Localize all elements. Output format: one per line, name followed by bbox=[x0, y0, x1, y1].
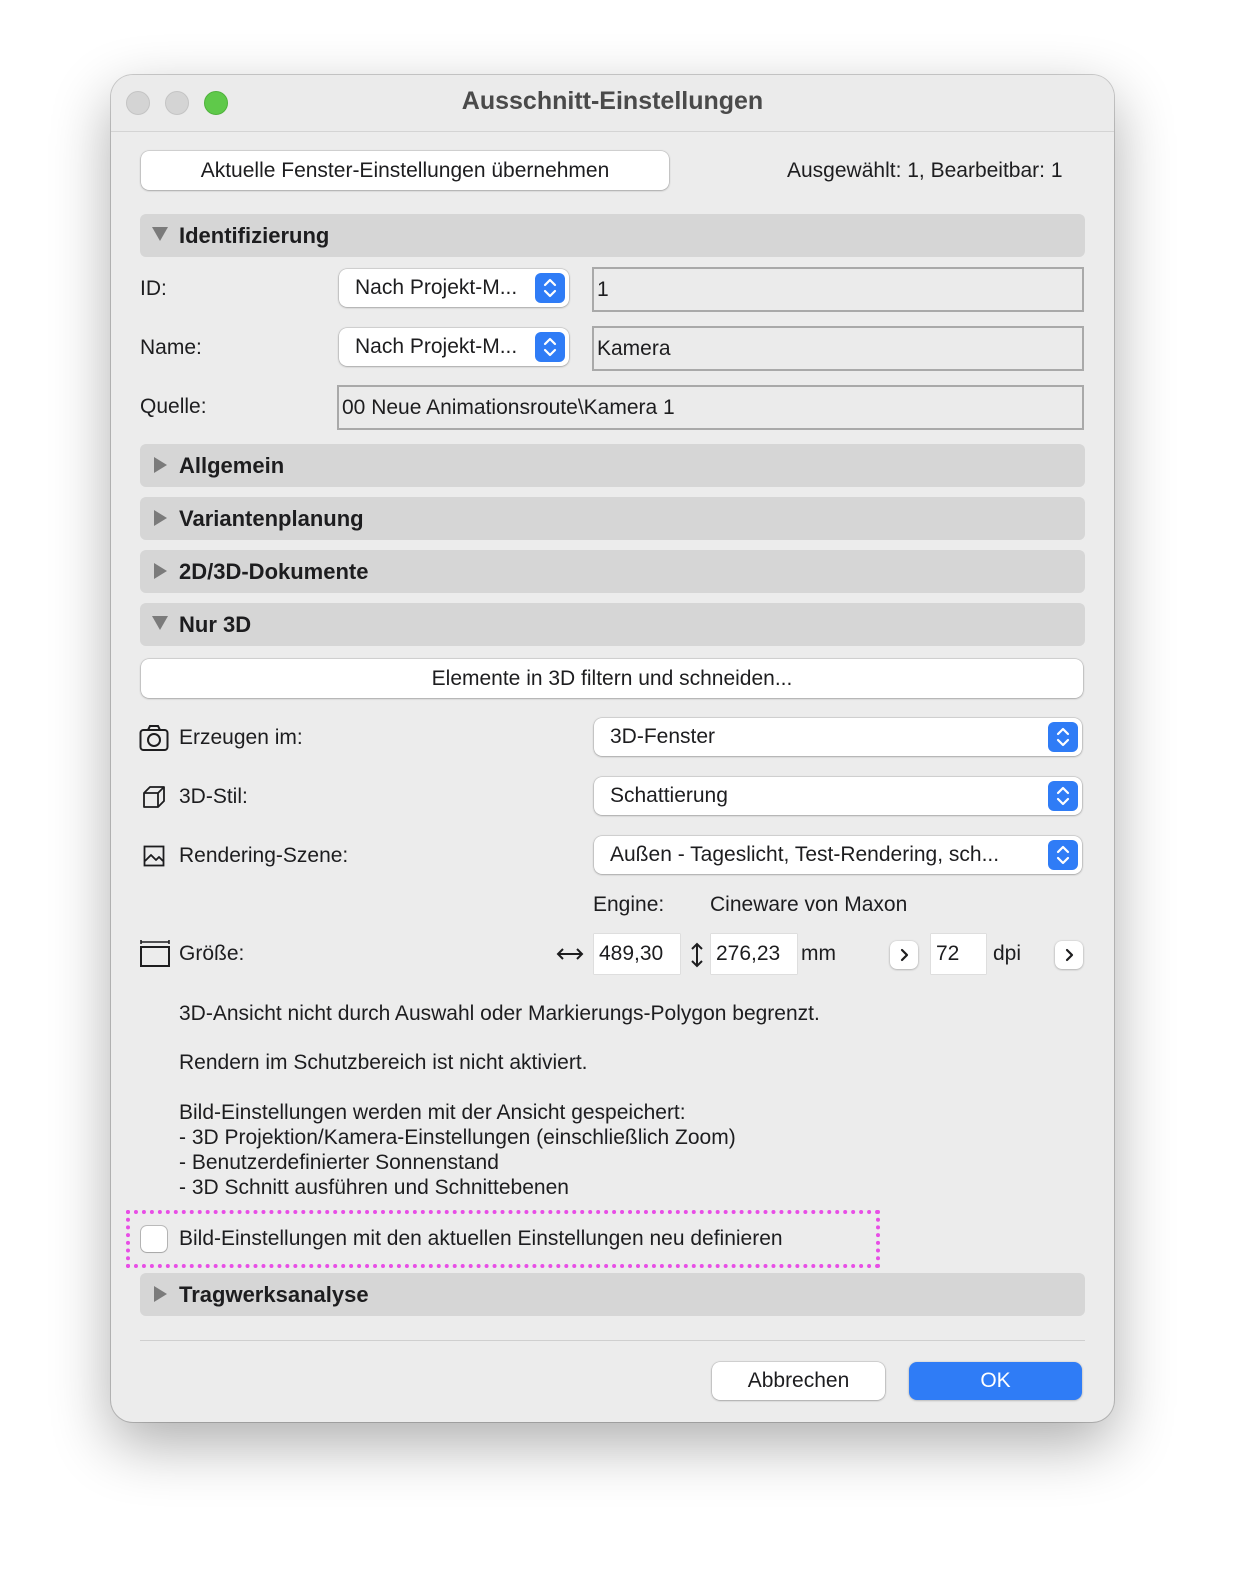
create-in-popup[interactable]: 3D-Fenster bbox=[594, 718, 1082, 756]
3d-style-label: 3D-Stil: bbox=[179, 785, 248, 808]
info-list-item: - 3D Projektion/Kamera-Einstellungen (ei… bbox=[179, 1126, 736, 1149]
size-frame-icon bbox=[140, 940, 170, 967]
chevron-right-icon bbox=[900, 948, 909, 962]
info-image-settings-title: Bild-Einstellungen werden mit der Ansich… bbox=[179, 1101, 686, 1124]
filter-and-cut-3d-button[interactable]: Elemente in 3D filtern und schneiden... bbox=[141, 659, 1083, 698]
apply-current-window-settings-button[interactable]: Aktuelle Fenster-Einstellungen übernehme… bbox=[141, 151, 669, 190]
info-list-item: - Benutzerdefinierter Sonnenstand bbox=[179, 1151, 499, 1174]
section-nur-3d[interactable]: Nur 3D bbox=[140, 603, 1085, 646]
popup-stepper-icon bbox=[535, 332, 565, 362]
name-mode-popup[interactable]: Nach Projekt-M... bbox=[339, 328, 569, 366]
image-scene-icon bbox=[143, 845, 165, 867]
id-mode-popup[interactable]: Nach Projekt-M... bbox=[339, 269, 569, 307]
selection-status: Ausgewählt: 1, Bearbeitbar: 1 bbox=[787, 159, 1063, 182]
section-allgemein[interactable]: Allgemein bbox=[140, 444, 1085, 487]
popup-stepper-icon bbox=[1048, 781, 1078, 811]
id-label: ID: bbox=[140, 277, 167, 300]
cube-icon bbox=[143, 786, 165, 808]
section-title: Allgemein bbox=[179, 453, 285, 478]
info-view-not-limited: 3D-Ansicht nicht durch Auswahl oder Mark… bbox=[179, 1002, 820, 1025]
section-title: Identifizierung bbox=[179, 223, 330, 248]
rendering-scene-label: Rendering-Szene: bbox=[179, 844, 349, 867]
info-image-settings: Bild-Einstellungen werden mit der Ansich… bbox=[179, 1100, 736, 1200]
create-in-label: Erzeugen im: bbox=[179, 726, 303, 749]
disclosure-collapsed-icon bbox=[154, 1286, 167, 1302]
section-identification[interactable]: Identifizierung bbox=[140, 214, 1085, 257]
footer-separator bbox=[140, 1340, 1085, 1341]
window-title: Ausschnitt-Einstellungen bbox=[461, 87, 764, 115]
popup-stepper-icon bbox=[1048, 722, 1078, 752]
camera-icon bbox=[139, 725, 169, 751]
name-mode-value: Nach Projekt-M... bbox=[355, 335, 518, 358]
disclosure-collapsed-icon bbox=[154, 457, 167, 473]
disclosure-collapsed-icon bbox=[154, 510, 167, 526]
info-list-item: - 3D Schnitt ausführen und Schnittebenen bbox=[179, 1176, 569, 1199]
height-arrows-icon bbox=[691, 942, 703, 968]
width-arrows-icon bbox=[556, 948, 584, 960]
disclosure-expanded-icon bbox=[152, 616, 168, 630]
size-unit: mm bbox=[801, 942, 836, 965]
source-label: Quelle: bbox=[140, 395, 207, 418]
width-input[interactable]: 489,30 bbox=[594, 934, 680, 974]
name-field[interactable]: Kamera bbox=[592, 326, 1084, 371]
3d-style-value: Schattierung bbox=[610, 784, 728, 807]
redefine-image-settings-checkbox[interactable] bbox=[141, 1226, 167, 1252]
popup-stepper-icon bbox=[535, 273, 565, 303]
section-title: Nur 3D bbox=[179, 612, 252, 637]
dpi-input[interactable]: 72 bbox=[931, 934, 986, 974]
disclosure-expanded-icon bbox=[152, 227, 168, 241]
id-mode-value: Nach Projekt-M... bbox=[355, 276, 518, 299]
unit-menu-button[interactable] bbox=[890, 941, 918, 969]
3d-style-popup[interactable]: Schattierung bbox=[594, 777, 1082, 815]
id-field[interactable]: 1 bbox=[592, 267, 1084, 312]
cancel-button[interactable]: Abbrechen bbox=[712, 1362, 885, 1400]
section-tragwerksanalyse[interactable]: Tragwerksanalyse bbox=[140, 1273, 1085, 1316]
chevron-right-icon bbox=[1065, 948, 1074, 962]
section-title: Variantenplanung bbox=[179, 506, 364, 531]
create-in-value: 3D-Fenster bbox=[610, 725, 716, 748]
size-label: Größe: bbox=[179, 942, 245, 965]
settings-dialog: Ausschnitt-Einstellungen Aktuelle Fenste… bbox=[111, 75, 1114, 1422]
name-label: Name: bbox=[140, 336, 202, 359]
disclosure-collapsed-icon bbox=[154, 563, 167, 579]
rendering-scene-value: Außen - Tageslicht, Test-Rendering, sch.… bbox=[610, 843, 1000, 866]
section-title: Tragwerksanalyse bbox=[179, 1282, 369, 1307]
popup-stepper-icon bbox=[1048, 840, 1078, 870]
section-variantenplanung[interactable]: Variantenplanung bbox=[140, 497, 1085, 540]
title-bar: Ausschnitt-Einstellungen bbox=[111, 75, 1114, 132]
height-input[interactable]: 276,23 bbox=[711, 934, 797, 974]
dpi-menu-button[interactable] bbox=[1055, 941, 1083, 969]
source-field: 00 Neue Animationsroute\Kamera 1 bbox=[337, 385, 1084, 430]
info-protection-zone: Rendern im Schutzbereich ist nicht aktiv… bbox=[179, 1051, 588, 1074]
rendering-scene-popup[interactable]: Außen - Tageslicht, Test-Rendering, sch.… bbox=[594, 836, 1082, 874]
redefine-image-settings-label[interactable]: Bild-Einstellungen mit den aktuellen Ein… bbox=[179, 1227, 783, 1251]
engine-value: Cineware von Maxon bbox=[710, 893, 908, 916]
dpi-unit: dpi bbox=[993, 942, 1022, 965]
ok-button[interactable]: OK bbox=[909, 1362, 1082, 1400]
engine-label: Engine: bbox=[593, 893, 665, 916]
section-title: 2D/3D-Dokumente bbox=[179, 559, 369, 584]
section-2d3d-dokumente[interactable]: 2D/3D-Dokumente bbox=[140, 550, 1085, 593]
